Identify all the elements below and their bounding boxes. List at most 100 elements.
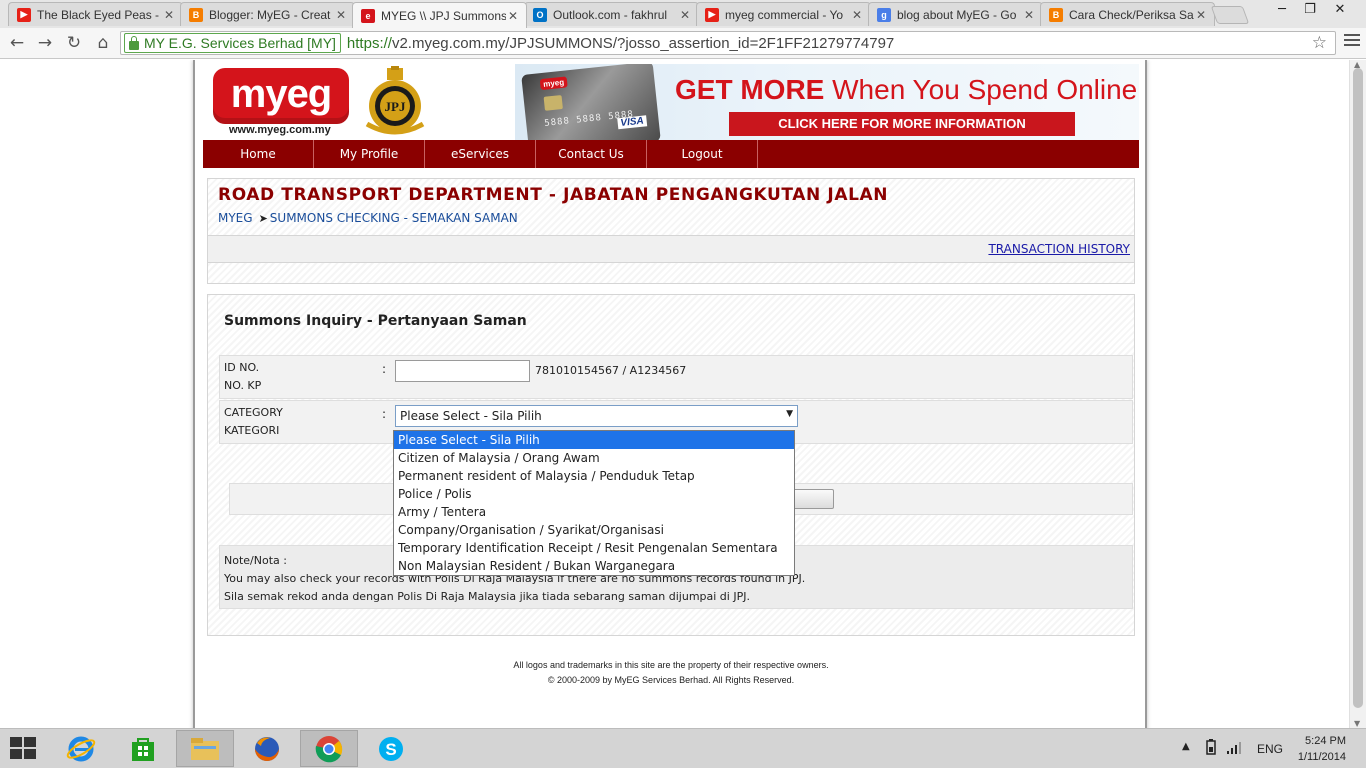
browser-tab[interactable]: O Outlook.com - fakhrul ✕	[524, 2, 699, 26]
browser-toolbar: ← → ↻ ⌂ MY E.G. Services Berhad [MY] htt…	[0, 28, 1366, 59]
show-hidden-icons[interactable]: ▲	[1182, 741, 1190, 768]
banner-headline: GET MORE When You Spend Online	[675, 74, 1137, 106]
chrome-icon[interactable]	[300, 730, 358, 767]
tab-label: The Black Eyed Peas -	[37, 7, 160, 22]
svg-text:S: S	[385, 740, 396, 759]
back-arrow-icon[interactable]: ←	[6, 32, 28, 54]
nav-home[interactable]: Home	[203, 140, 314, 168]
ev-label: MY E.G. Services Berhad [MY]	[144, 35, 336, 51]
id-colon: :	[382, 362, 387, 376]
clock-date: 1/11/2014	[1297, 751, 1346, 763]
url-text[interactable]: https://v2.myeg.com.my/JPJSUMMONS/?josso…	[347, 35, 894, 52]
windows-start-icon[interactable]	[10, 737, 38, 761]
close-tab-icon[interactable]: ✕	[162, 8, 176, 22]
close-tab-icon[interactable]: ✕	[1022, 8, 1036, 22]
myeg-logo[interactable]: myeg	[213, 68, 349, 124]
transaction-history-link[interactable]: TRANSACTION HISTORY	[988, 242, 1130, 256]
title-panel: ROAD TRANSPORT DEPARTMENT - JABATAN PENG…	[207, 178, 1135, 284]
new-tab-button[interactable]	[1210, 6, 1250, 24]
browser-tab[interactable]: B Blogger: MyEG - Creat ✕	[180, 2, 355, 26]
category-option[interactable]: Temporary Identification Receipt / Resit…	[394, 539, 794, 557]
crest-label: JPJ	[385, 99, 406, 114]
category-dropdown-list: Please Select - Sila Pilih Citizen of Ma…	[393, 430, 795, 576]
category-select[interactable]: Please Select - Sila Pilih ▼	[395, 405, 798, 427]
close-tab-icon[interactable]: ✕	[850, 8, 864, 22]
breadcrumb-current[interactable]: SUMMONS CHECKING - SEMAKAN SAMAN	[270, 211, 518, 225]
internet-explorer-icon[interactable]	[52, 730, 110, 767]
chrome-menu-icon[interactable]	[1344, 34, 1360, 49]
nav-eservices[interactable]: eServices	[425, 140, 536, 168]
id-label-ms: NO. KP	[224, 379, 262, 392]
category-option[interactable]: Please Select - Sila Pilih	[394, 431, 794, 449]
category-option[interactable]: Citizen of Malaysia / Orang Awam	[394, 449, 794, 467]
breadcrumb-home[interactable]: MYEG	[218, 211, 253, 225]
tab-label: blog about MyEG - Go	[897, 7, 1017, 22]
lock-icon	[129, 35, 139, 50]
banner-cta-button[interactable]: CLICK HERE FOR MORE INFORMATION	[729, 112, 1075, 136]
id-label: ID NO. NO. KP	[224, 359, 261, 395]
firefox-icon[interactable]	[238, 730, 296, 767]
address-bar[interactable]: MY E.G. Services Berhad [MY] https://v2.…	[120, 31, 1336, 55]
file-explorer-icon[interactable]	[176, 730, 234, 767]
nav-contact-us[interactable]: Contact Us	[536, 140, 647, 168]
category-option[interactable]: Police / Polis	[394, 485, 794, 503]
banner-headline-rest: When You Spend Online	[832, 74, 1138, 105]
battery-icon[interactable]	[1204, 739, 1218, 768]
card-chip	[543, 95, 563, 111]
close-window-icon[interactable]: ✕	[1326, 2, 1354, 17]
browser-tab-active[interactable]: e MYEG \\ JPJ Summons ✕	[352, 2, 527, 28]
category-option[interactable]: Army / Tentera	[394, 503, 794, 521]
dropdown-caret-icon: ▼	[786, 409, 793, 419]
browser-tab[interactable]: ▶ The Black Eyed Peas - ✕	[8, 2, 183, 26]
youtube-icon: ▶	[17, 7, 31, 22]
close-tab-icon[interactable]: ✕	[334, 8, 348, 22]
site-footer: All logos and trademarks in this site ar…	[203, 658, 1139, 688]
category-option[interactable]: Non Malaysian Resident / Bukan Warganega…	[394, 557, 794, 575]
youtube-icon: ▶	[705, 7, 719, 22]
home-icon[interactable]: ⌂	[92, 32, 114, 54]
category-selected-value: Please Select - Sila Pilih	[400, 409, 542, 423]
browser-tab[interactable]: B Cara Check/Periksa Sa ✕	[1040, 2, 1215, 26]
scroll-down-icon[interactable]: ▼	[1354, 719, 1360, 728]
id-number-row: ID NO. NO. KP : 781010154567 / A1234567	[219, 355, 1133, 399]
close-tab-icon[interactable]: ✕	[506, 9, 520, 23]
skype-icon[interactable]: S	[362, 730, 420, 767]
page-viewport: myeg www.myeg.com.my JPJ myeg 5888 5888 …	[0, 60, 1366, 728]
browser-tab[interactable]: ▶ myeg commercial - Yo ✕	[696, 2, 871, 26]
card-brand: myeg	[539, 76, 568, 91]
reload-icon[interactable]: ↻	[63, 32, 85, 54]
footer-trademark-text: All logos and trademarks in this site ar…	[513, 660, 829, 670]
category-option[interactable]: Permanent resident of Malaysia / Pendudu…	[394, 467, 794, 485]
category-option[interactable]: Company/Organisation / Syarikat/Organisa…	[394, 521, 794, 539]
close-tab-icon[interactable]: ✕	[1194, 8, 1208, 22]
myeg-icon: e	[361, 8, 375, 23]
id-format-hint: 781010154567 / A1234567	[535, 364, 687, 377]
nav-my-profile[interactable]: My Profile	[314, 140, 425, 168]
breadcrumb-arrow-icon: ➤	[258, 212, 268, 225]
vertical-scrollbar[interactable]: ▲ ▼	[1349, 60, 1366, 728]
note-line-ms: Sila semak rekod anda dengan Polis Di Ra…	[224, 590, 750, 603]
language-indicator[interactable]: ENG	[1257, 742, 1283, 768]
forward-arrow-icon[interactable]: →	[34, 32, 56, 54]
system-clock[interactable]: 5:24 PM 1/11/2014	[1298, 733, 1346, 765]
scrollbar-thumb[interactable]	[1353, 68, 1363, 708]
close-tab-icon[interactable]: ✕	[678, 8, 692, 22]
google-icon: g	[877, 7, 891, 22]
id-number-input[interactable]	[395, 360, 530, 382]
blogger-icon: B	[189, 7, 203, 22]
maximize-icon[interactable]: ❐	[1296, 2, 1324, 17]
breadcrumb: MYEG ➤ SUMMONS CHECKING - SEMAKAN SAMAN	[218, 211, 518, 225]
nav-logout[interactable]: Logout	[647, 140, 758, 168]
browser-tab[interactable]: g blog about MyEG - Go ✕	[868, 2, 1043, 26]
minimize-icon[interactable]: ─	[1268, 2, 1296, 17]
signal-icon[interactable]	[1226, 739, 1242, 768]
windows-store-icon[interactable]	[114, 730, 172, 767]
windows-taskbar: S ▲ ENG 5:24 PM 1/11/2014	[0, 728, 1366, 768]
ev-certificate-badge[interactable]: MY E.G. Services Berhad [MY]	[124, 33, 341, 53]
blogger-icon: B	[1049, 7, 1063, 22]
browser-tab-strip: ▶ The Black Eyed Peas - ✕ B Blogger: MyE…	[0, 0, 1366, 28]
category-label-ms: KATEGORI	[224, 424, 280, 437]
footer-copyright-text: © 2000-2009 by MyEG Services Berhad. All…	[547, 675, 795, 685]
promo-banner[interactable]: myeg 5888 5888 5888 VISA GET MORE When Y…	[515, 64, 1139, 140]
bookmark-star-icon[interactable]: ☆	[1312, 33, 1327, 53]
